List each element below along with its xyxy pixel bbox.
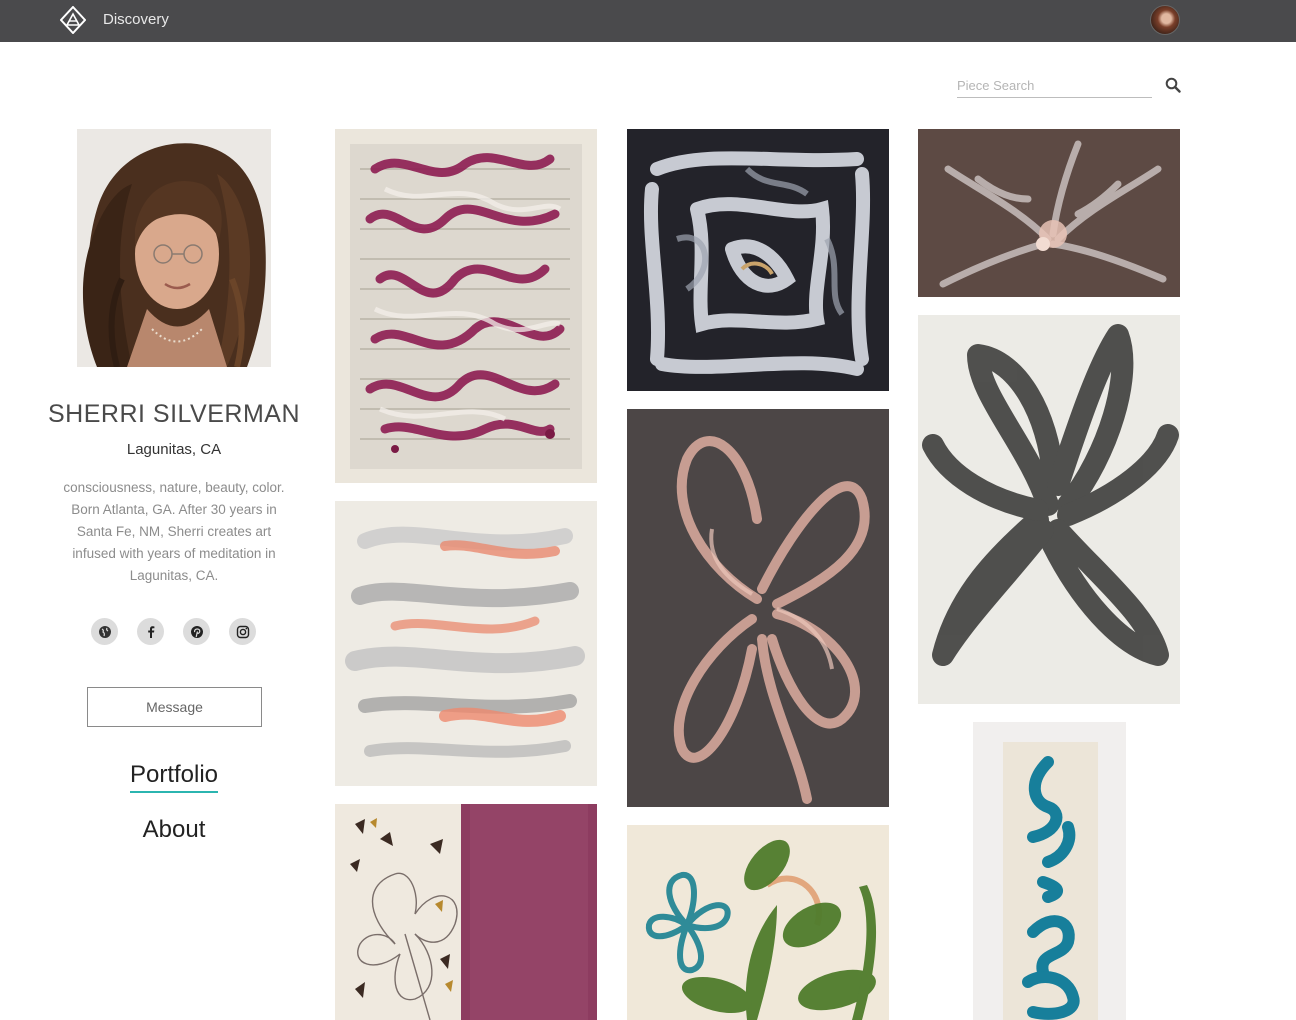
artwork-thumbnail[interactable] [335,501,597,786]
tab-about[interactable]: About [40,816,308,844]
artwork-thumbnail[interactable] [973,722,1126,1020]
artist-profile-photo [77,129,271,367]
piece-search-field [957,74,1152,98]
artist-location: Lagunitas, CA [126,441,222,458]
search-icon[interactable] [1165,77,1181,93]
message-button[interactable]: Message [87,687,262,727]
search-input[interactable] [957,74,1152,96]
user-avatar[interactable] [1150,5,1180,35]
artwork-thumbnail[interactable] [335,129,597,483]
facebook-icon[interactable] [137,618,164,645]
artsy-logo-icon[interactable] [59,5,87,35]
artwork-thumbnail[interactable] [627,825,889,1020]
social-links [91,618,261,646]
globe-icon[interactable] [91,618,118,645]
pinterest-icon[interactable] [183,618,210,645]
nav-link-discovery[interactable]: Discovery [103,11,169,28]
top-navigation-bar: Discovery [0,0,1296,42]
tab-portfolio[interactable]: Portfolio [40,761,308,793]
artwork-thumbnail[interactable] [627,409,889,807]
artwork-thumbnail[interactable] [918,129,1180,297]
instagram-icon[interactable] [229,618,256,645]
artwork-thumbnail[interactable] [918,315,1180,704]
tab-portfolio-label: Portfolio [129,761,219,793]
artist-name: SHERRI SILVERMAN [47,400,301,428]
artwork-thumbnail[interactable] [335,804,597,1020]
artist-bio: consciousness, nature, beauty, color. Bo… [63,480,285,583]
artwork-thumbnail[interactable] [627,129,889,391]
